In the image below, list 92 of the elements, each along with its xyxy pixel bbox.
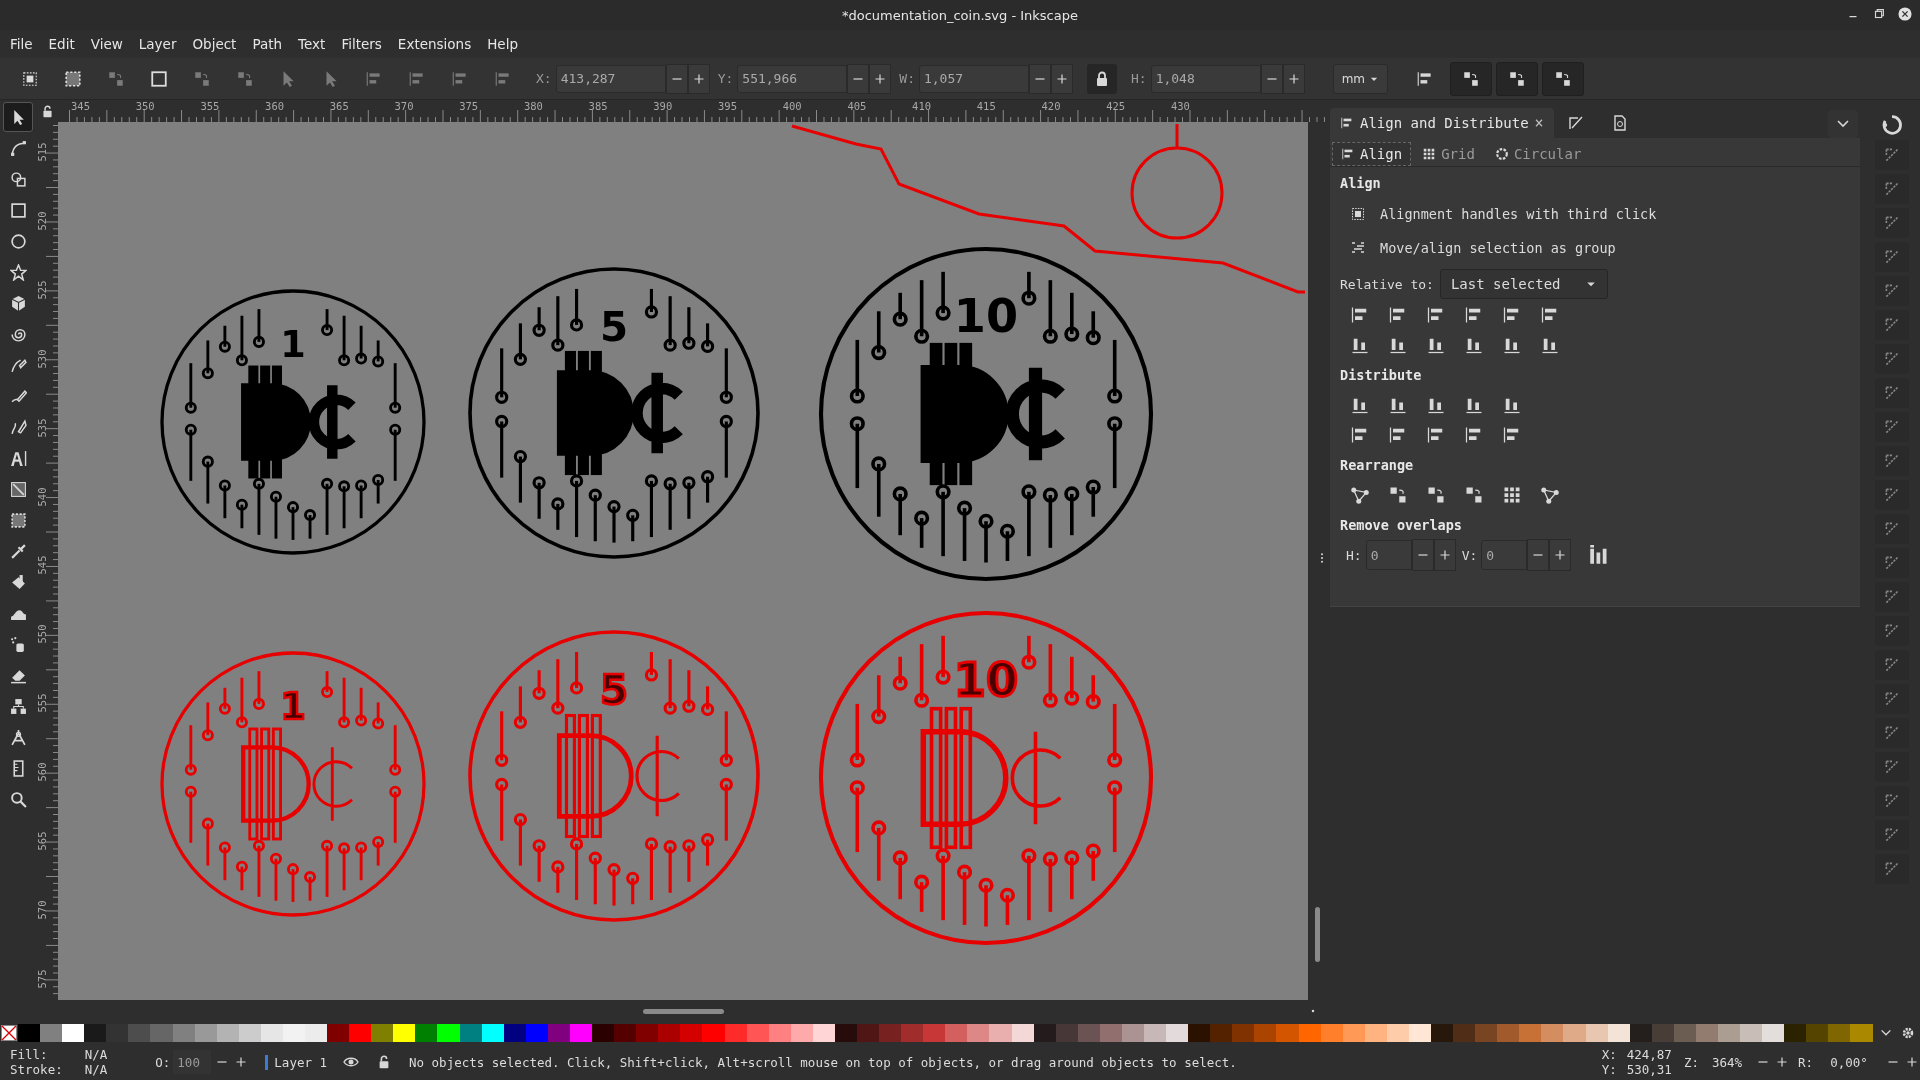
close-button[interactable]: × [1534,114,1544,132]
field-label: X: [536,71,552,86]
ruler-label: 370 [394,100,414,112]
fill-label: Fill: [10,1047,49,1062]
field-label: V: [1461,547,1478,563]
option-label: Move/align selection as group [1380,240,1616,256]
coordinate-field[interactable]: 413,287 [555,64,666,93]
ruler-label: 420 [1041,100,1061,112]
ruler-label: 410 [912,100,932,112]
ruler-label: 405 [847,100,867,112]
ruler-label: 415 [976,100,996,112]
cursor-label: X: [1601,1047,1617,1062]
ruler-label: 430 [1170,100,1190,112]
window-title: *documentation_coin.svg - Inkscape [842,7,1078,23]
zoom-field[interactable]: 364% [1701,1050,1752,1074]
section-heading: Rearrange [1340,457,1415,473]
field-label: W: [899,71,915,86]
rotation-label: R: [1797,1054,1813,1070]
zoom-label: Z: [1683,1054,1699,1070]
menu-item[interactable]: Path [244,36,291,52]
tab[interactable]: Grid [1413,142,1484,166]
menu-item[interactable]: Edit [40,36,83,52]
ruler-label: 540 [36,487,49,506]
field-label: H: [1346,547,1362,563]
unit-dropdown[interactable]: mm [1332,63,1388,94]
coin-value: 1 [280,684,306,728]
ruler-label: 385 [588,100,608,112]
stroke-label: Stroke: [10,1062,63,1077]
coin-value: 5 [599,304,629,351]
ruler-label: 395 [718,100,737,112]
ruler-label: 545 [36,555,49,575]
ruler-label: 515 [36,142,49,162]
ruler-label: 520 [36,211,49,231]
coordinate-field[interactable]: 1,048 [1150,64,1261,93]
opacity-label: O: [155,1054,171,1070]
coin-value: 10 [953,288,1019,343]
section-heading: Distribute [1340,367,1423,383]
cursor-label: Y: [1601,1062,1617,1077]
ruler-label: 575 [36,969,49,989]
tab[interactable]: Align [1332,142,1412,166]
menu-item[interactable]: Layer [130,36,185,52]
field-label: Y: [717,71,734,86]
menu-item[interactable]: Help [479,36,526,52]
drawing-canvas[interactable]: 1 5 10 1 5 10 [58,122,1308,1000]
ruler-label: 350 [135,100,155,112]
tab[interactable]: Circular [1485,142,1591,166]
ruler-label: 400 [782,100,802,112]
ruler-label: 555 [36,693,49,713]
ruler-label: 560 [36,762,49,782]
ruler-label: 375 [459,100,479,112]
ruler-label: 355 [200,100,220,112]
cursor-y: 530,31 [1626,1062,1672,1077]
field-label: H: [1130,71,1147,86]
gap-field[interactable]: 0 [1365,540,1412,570]
menu-item[interactable]: Object [184,36,245,52]
ruler-label: 565 [36,831,49,851]
menu-item[interactable]: View [82,36,131,52]
relative-dropdown[interactable]: Last selected [1439,269,1608,299]
dialog-tab-label: Align and Distribute [1360,115,1529,131]
section-heading: Remove overlaps [1340,517,1463,533]
ruler-label: 525 [36,280,49,300]
layer-selector[interactable]: Layer 1 [265,1054,327,1070]
ruler-label: 380 [523,100,543,112]
coin-value: 10 [953,652,1019,707]
ruler-label: 390 [653,100,673,112]
ruler-label: 425 [1106,100,1126,112]
status-message: No objects selected. Click, Shift+click, Alt+scroll mouse on top of objects, or drag around objects to select. [409,1054,1238,1070]
dialog-tab[interactable]: Align and Distribute × [1330,108,1554,138]
coordinate-field[interactable]: 1,057 [918,64,1029,93]
coordinate-field[interactable]: 551,966 [737,64,848,93]
ruler-label: 345 [71,100,90,112]
ruler-label: 530 [36,349,49,369]
menu-item[interactable]: Extensions [389,36,480,52]
field-label: Relative to: [1340,276,1434,292]
fill-value: N/A [84,1047,108,1062]
opacity-field[interactable]: 100 [173,1050,212,1074]
ruler-label: 365 [329,100,349,112]
coin-value: 1 [280,322,306,366]
ruler-label: 550 [36,624,49,644]
menu-item[interactable]: Text [290,36,334,52]
ruler-label: 360 [265,100,285,112]
gap-field[interactable]: 0 [1481,540,1528,570]
menu-item[interactable]: Filters [333,36,390,52]
menu-item[interactable]: File [2,36,41,52]
coin-value: 5 [599,667,629,714]
option-label: Alignment handles with third click [1380,206,1657,222]
rotation-field[interactable]: 0,00° [1816,1050,1882,1074]
cursor-x: 424,87 [1626,1047,1672,1062]
ruler-label: 570 [36,900,49,920]
stroke-value: N/A [84,1062,108,1077]
section-heading: Align [1340,175,1382,191]
ruler-label: 535 [36,418,49,438]
